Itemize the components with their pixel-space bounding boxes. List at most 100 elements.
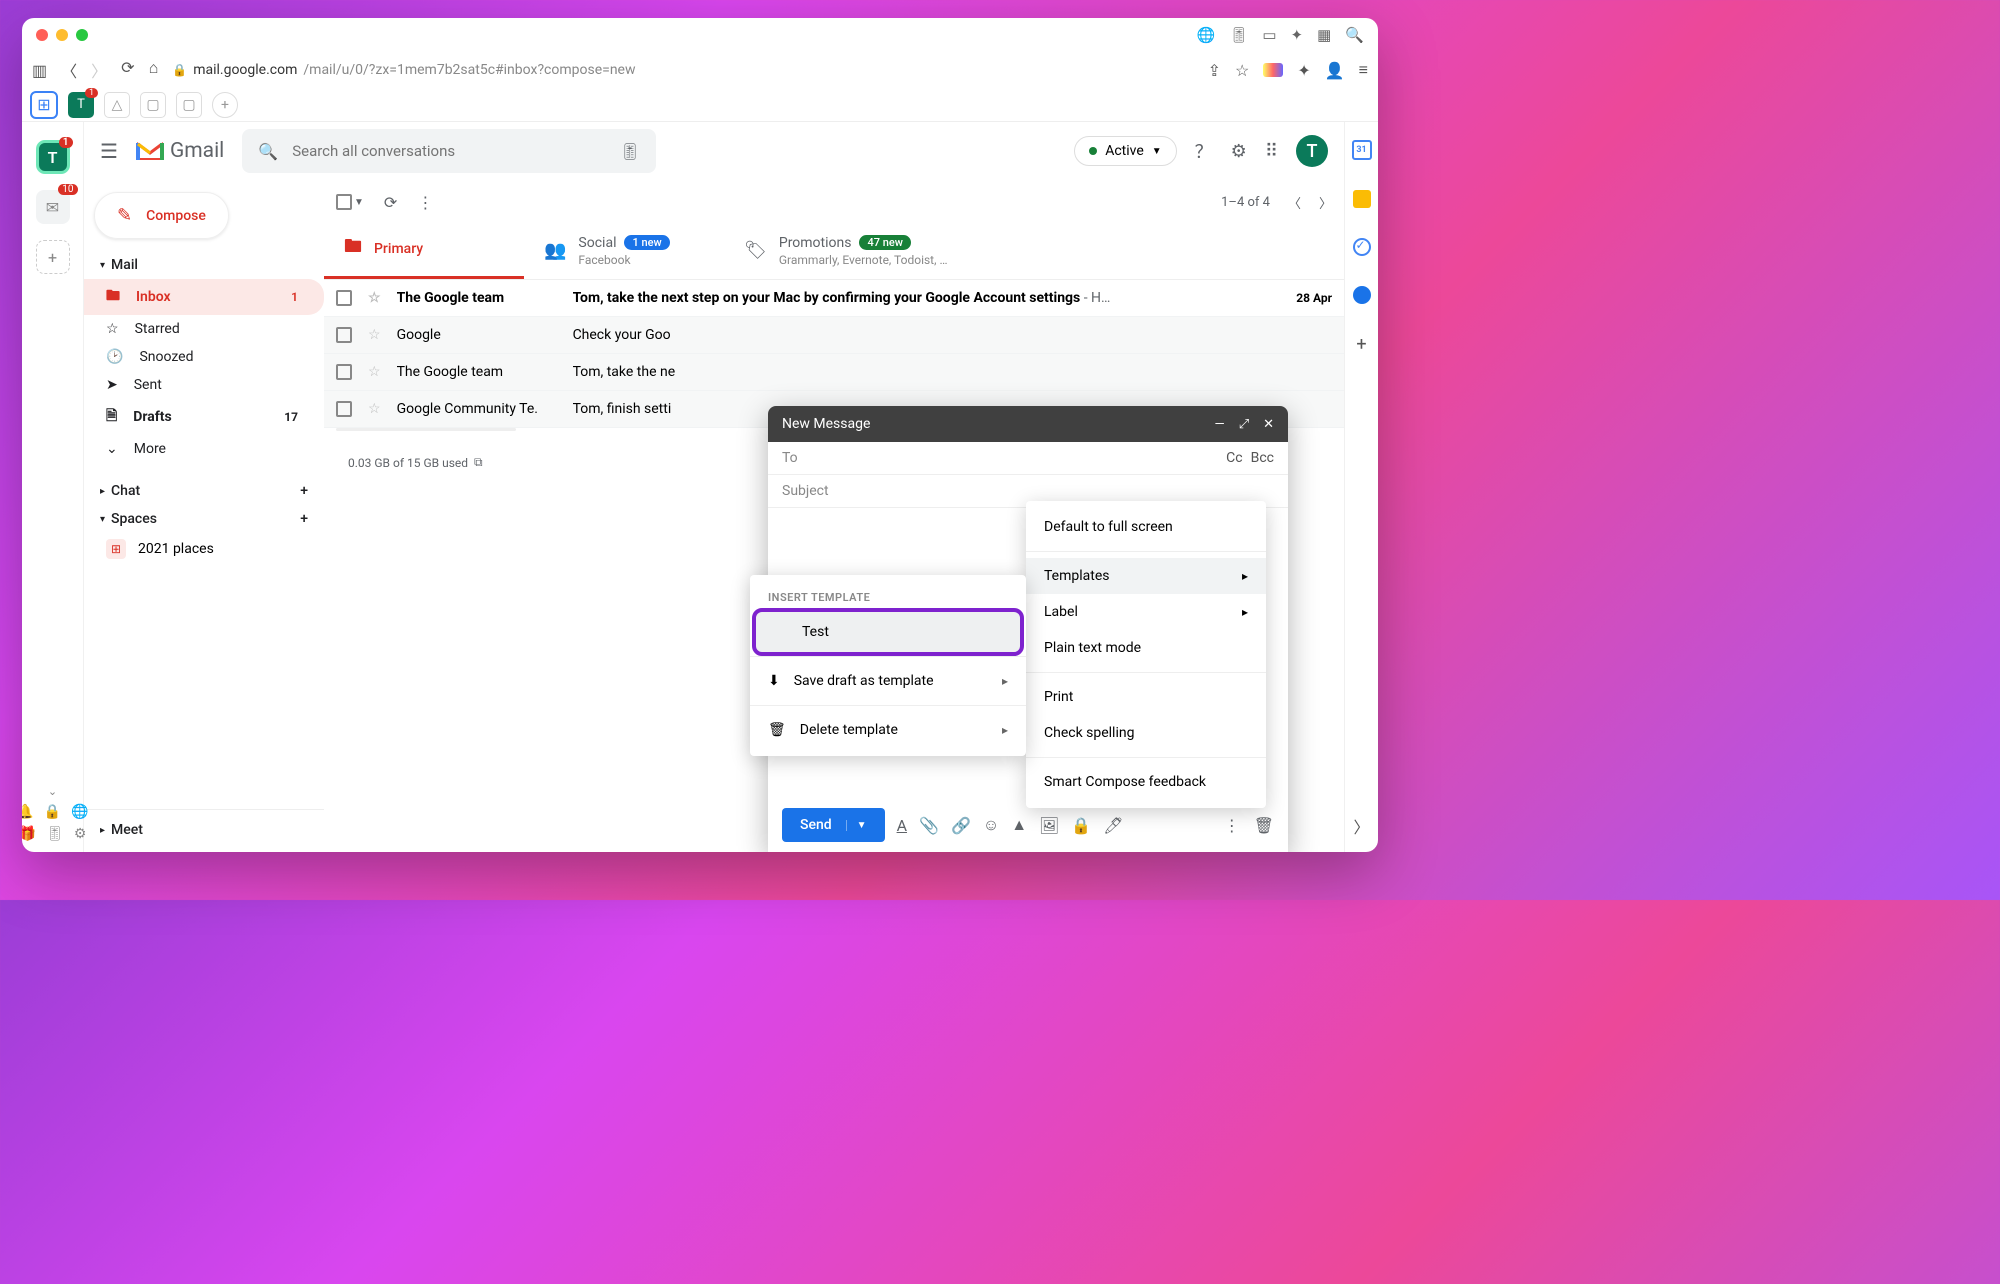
grid-icon[interactable]: ▦ xyxy=(1317,26,1331,44)
compose-button[interactable]: ✎ Compose xyxy=(94,192,229,239)
calendar-icon[interactable]: 31 xyxy=(1352,140,1372,160)
prev-page-button[interactable]: 〈 xyxy=(1288,193,1301,212)
gear-icon[interactable]: ⚙ xyxy=(1231,141,1247,162)
tab-promotions[interactable]: 🏷 Promotions47 new Grammarly, Evernote, … xyxy=(724,224,967,279)
close-window-button[interactable] xyxy=(36,29,48,41)
sidebar-item-more[interactable]: ⌄More xyxy=(84,435,324,463)
reload-button[interactable]: ⟳ xyxy=(121,58,134,82)
next-page-button[interactable]: 〉 xyxy=(1319,193,1332,212)
web-icon[interactable]: 🌐 xyxy=(71,804,88,820)
menu-default-fullscreen[interactable]: Default to full screen xyxy=(1026,509,1266,545)
template-item-test[interactable]: Test xyxy=(756,612,1020,652)
tab-social[interactable]: 👥 Social1 new Facebook xyxy=(524,224,724,279)
menu-plain-text[interactable]: Plain text mode xyxy=(1026,630,1266,666)
add-chat-icon[interactable]: + xyxy=(300,483,308,499)
drive-icon[interactable]: ▲ xyxy=(1011,815,1027,835)
account-avatar[interactable]: T xyxy=(1296,135,1328,167)
globe-icon[interactable]: 🌐 xyxy=(1197,26,1216,44)
workspace-item-3[interactable]: ▢ xyxy=(176,92,202,118)
tune-rail-icon[interactable]: 🎚 xyxy=(46,826,64,842)
attach-icon[interactable]: 📎 xyxy=(919,816,939,835)
menu-label[interactable]: Label▸ xyxy=(1026,594,1266,630)
compose-to-field[interactable]: To Cc Bcc xyxy=(768,442,1288,475)
tasks-icon[interactable] xyxy=(1353,238,1371,256)
url-bar[interactable]: 🔒 mail.google.com/mail/u/0/?zx=1mem7b2sa… xyxy=(172,62,1193,78)
pen-icon[interactable]: 🖊 xyxy=(1103,816,1123,835)
space-item-1[interactable]: ⊞2021 places xyxy=(84,533,324,565)
rail-app-outlook[interactable]: ✉ 10 xyxy=(36,190,70,224)
panel-icon[interactable]: ▭ xyxy=(1262,26,1276,44)
compose-header[interactable]: New Message ― ⤢ ✕ xyxy=(768,406,1288,442)
confidential-icon[interactable]: 🔒 xyxy=(1071,816,1091,835)
send-dropdown-icon[interactable]: ▼ xyxy=(846,820,867,831)
search-title-icon[interactable]: 🔍 xyxy=(1345,26,1364,44)
hamburger-icon[interactable]: ☰ xyxy=(100,139,118,163)
sidebar-item-inbox[interactable]: 🖿 Inbox 1 xyxy=(84,279,324,315)
gear-rail-icon[interactable]: ⚙ xyxy=(74,826,87,842)
home-button[interactable]: ⌂ xyxy=(149,58,159,82)
discard-icon[interactable]: 🗑 xyxy=(1254,816,1274,835)
bcc-button[interactable]: Bcc xyxy=(1251,450,1274,466)
menu-templates[interactable]: Templates▸ xyxy=(1026,558,1266,594)
sidebar-item-drafts[interactable]: 🗎Drafts17 xyxy=(84,399,324,435)
keep-icon[interactable] xyxy=(1353,190,1371,208)
tab-primary[interactable]: 🖿 Primary xyxy=(324,224,524,279)
rail-avatar-gmail[interactable]: T 1 xyxy=(36,140,70,174)
mail-row[interactable]: ☆The Google teamTom, take the ne xyxy=(324,354,1344,391)
workspace-active-icon[interactable]: ⊞ xyxy=(30,91,58,119)
send-button[interactable]: Send ▼ xyxy=(782,808,885,842)
mail-row[interactable]: ☆GoogleCheck your Goo xyxy=(324,317,1344,354)
workspace-item-2[interactable]: ▢ xyxy=(140,92,166,118)
workspace-tab-1[interactable]: T 1 xyxy=(68,92,94,118)
add-addon-icon[interactable]: + xyxy=(1356,334,1366,355)
workspace-item-drive[interactable]: △ xyxy=(104,92,130,118)
contacts-icon[interactable] xyxy=(1353,286,1371,304)
lock-rail-icon[interactable]: 🔒 xyxy=(44,804,61,820)
back-button[interactable]: 〈 xyxy=(61,58,77,82)
maximize-window-button[interactable] xyxy=(76,29,88,41)
rail-add-button[interactable]: + xyxy=(36,240,70,274)
sidebar-item-snoozed[interactable]: 🕑Snoozed xyxy=(84,343,324,371)
star-icon[interactable]: ☆ xyxy=(368,327,381,343)
menu-smart-compose-feedback[interactable]: Smart Compose feedback xyxy=(1026,764,1266,800)
open-new-icon[interactable]: ⧉ xyxy=(474,455,483,470)
row-checkbox[interactable] xyxy=(336,290,352,306)
search-bar[interactable]: 🔍 🎚 xyxy=(242,129,656,173)
row-checkbox[interactable] xyxy=(336,364,352,380)
share-icon[interactable]: ⇪ xyxy=(1208,61,1221,80)
image-icon[interactable]: 🖼 xyxy=(1039,816,1059,835)
menu-check-spelling[interactable]: Check spelling xyxy=(1026,715,1266,751)
collapse-panel-icon[interactable]: 〉 xyxy=(1353,814,1369,838)
tune-icon[interactable]: 🎚 xyxy=(1229,26,1248,44)
star-icon[interactable]: ☆ xyxy=(368,290,381,306)
profile-icon[interactable]: 👤 xyxy=(1325,61,1345,80)
search-options-icon[interactable]: 🎚 xyxy=(620,142,640,161)
nav-header-spaces[interactable]: ▾Spaces+ xyxy=(84,505,324,533)
gift-icon[interactable]: 🎁 xyxy=(22,826,36,842)
extensions-icon[interactable]: ✦ xyxy=(1297,61,1310,80)
bell-icon[interactable]: 🔔 xyxy=(22,804,34,820)
template-save-draft[interactable]: ⬇Save draft as template▸ xyxy=(750,661,1026,701)
refresh-button[interactable]: ⟳ xyxy=(384,193,397,212)
row-checkbox[interactable] xyxy=(336,327,352,343)
help-icon[interactable]: ？ xyxy=(1195,138,1213,164)
emoji-icon[interactable]: ☺ xyxy=(983,815,999,835)
nav-header-meet[interactable]: ▸Meet xyxy=(84,809,324,844)
format-icon[interactable]: A xyxy=(897,816,907,835)
mail-row[interactable]: ☆The Google teamTom, take the next step … xyxy=(324,280,1344,317)
sidebar-toggle-icon[interactable]: ▥ xyxy=(32,61,47,80)
chevron-down-icon[interactable]: ⌄ xyxy=(48,785,57,798)
star-icon[interactable]: ☆ xyxy=(368,364,381,380)
menu-icon[interactable]: ≡ xyxy=(1359,60,1368,80)
menu-print[interactable]: Print xyxy=(1026,679,1266,715)
apps-grid-icon[interactable]: ⠿ xyxy=(1265,141,1278,162)
template-delete[interactable]: 🗑Delete template▸ xyxy=(750,710,1026,750)
more-actions-button[interactable]: ⋮ xyxy=(417,193,433,212)
bookmark-icon[interactable]: ☆ xyxy=(1235,61,1249,80)
nav-header-chat[interactable]: ▸Chat+ xyxy=(84,477,324,505)
sidebar-item-starred[interactable]: ☆Starred xyxy=(84,315,324,343)
compose-more-icon[interactable]: ⋮ xyxy=(1224,816,1240,835)
link-icon[interactable]: 🔗 xyxy=(951,816,971,835)
gmail-logo[interactable]: Gmail xyxy=(136,139,224,163)
sidebar-item-sent[interactable]: ➤Sent xyxy=(84,371,324,399)
